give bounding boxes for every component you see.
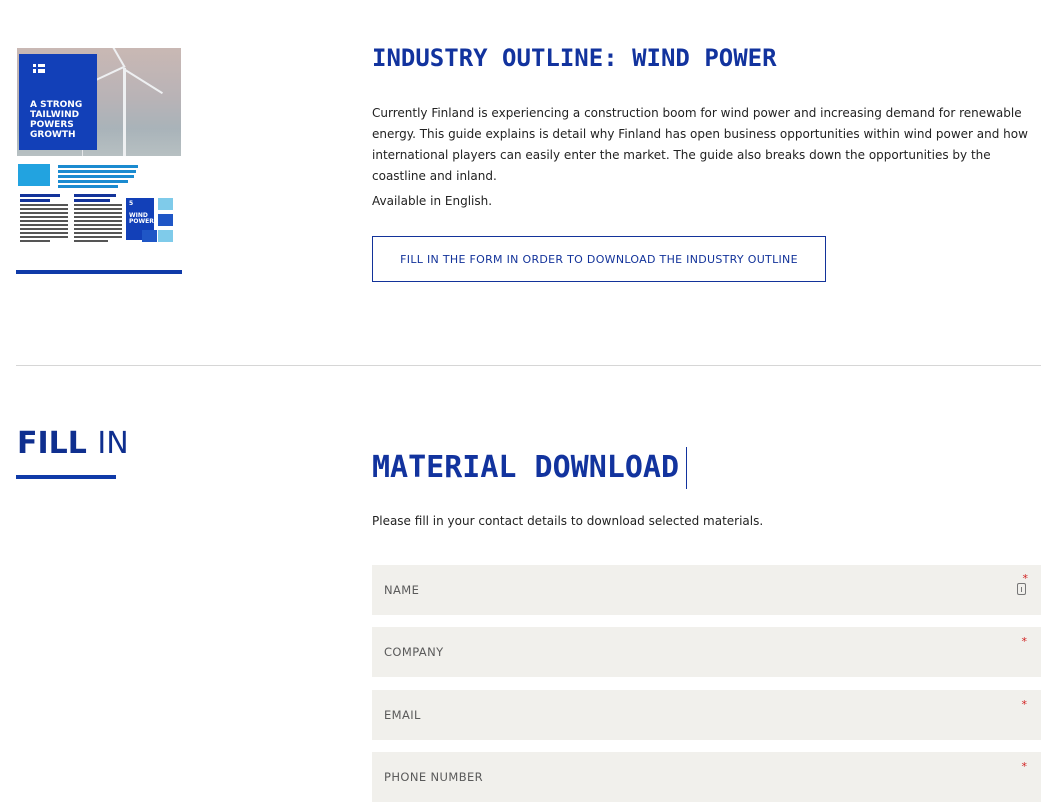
cover-photo: A STRONG TAILWIND POWERS GROWTH	[17, 48, 181, 156]
industry-outline-thumbnail[interactable]: A STRONG TAILWIND POWERS GROWTH 5 WIND P…	[16, 48, 182, 274]
cover-title: A STRONG TAILWIND POWERS GROWTH	[30, 100, 96, 140]
email-field-label: EMAIL	[384, 708, 421, 722]
name-field[interactable]: NAME *	[372, 565, 1041, 615]
material-download-description: Please fill in your contact details to d…	[372, 514, 764, 528]
outline-description: Currently Finland is experiencing a cons…	[372, 106, 1028, 183]
wind-turbine-graphic	[123, 68, 126, 156]
box-line: POWER	[129, 218, 154, 225]
cover-title-line: GROWTH	[30, 130, 76, 140]
page-stat-tile	[142, 230, 157, 242]
outline-availability: Available in English.	[372, 194, 493, 208]
required-marker: *	[1021, 635, 1028, 648]
section-divider	[16, 365, 1041, 366]
required-marker: *	[1021, 698, 1028, 711]
page-headline-lines	[58, 165, 140, 190]
text-cursor	[686, 447, 687, 489]
fill-in-underline	[16, 475, 116, 479]
name-field-label: NAME	[384, 583, 420, 597]
thumbnail-underline	[16, 270, 182, 274]
email-field[interactable]: EMAIL *	[372, 690, 1041, 740]
turbine-blade	[122, 68, 164, 95]
page-stat-tile	[158, 198, 173, 210]
fill-form-download-button[interactable]: FILL IN THE FORM IN ORDER TO DOWNLOAD TH…	[372, 236, 826, 282]
cover-title-line: POWERS	[30, 120, 74, 130]
cover-title-line: TAILWIND	[30, 110, 80, 120]
page-text-column	[20, 194, 68, 244]
cover-title-line: A STRONG	[30, 100, 83, 110]
password-manager-key-icon[interactable]	[1017, 583, 1026, 595]
finland-flag-icon	[33, 64, 45, 73]
fill-in-heading: FILL IN	[17, 426, 129, 461]
fill-in-light: IN	[97, 426, 129, 461]
company-field[interactable]: COMPANY *	[372, 627, 1041, 677]
company-field-label: COMPANY	[384, 645, 444, 659]
required-marker: *	[1021, 760, 1028, 773]
phone-number-field[interactable]: PHONE NUMBER *	[372, 752, 1041, 802]
page-stat-tile	[158, 230, 173, 242]
fill-in-bold: FILL	[17, 426, 87, 461]
cover-inner-page: 5 WIND POWER	[16, 160, 182, 272]
page-stat-tile	[158, 214, 173, 226]
phone-number-field-label: PHONE NUMBER	[384, 770, 484, 784]
box-line: 5	[129, 200, 134, 207]
page-highlight-block	[18, 164, 50, 186]
turbine-blade	[104, 48, 126, 68]
cover-title-box: A STRONG TAILWIND POWERS GROWTH	[19, 54, 97, 150]
page-text-column	[74, 194, 122, 244]
material-download-title: MATERIAL DOWNLOAD	[372, 450, 680, 485]
outline-title: INDUSTRY OUTLINE: WIND POWER	[372, 44, 777, 72]
